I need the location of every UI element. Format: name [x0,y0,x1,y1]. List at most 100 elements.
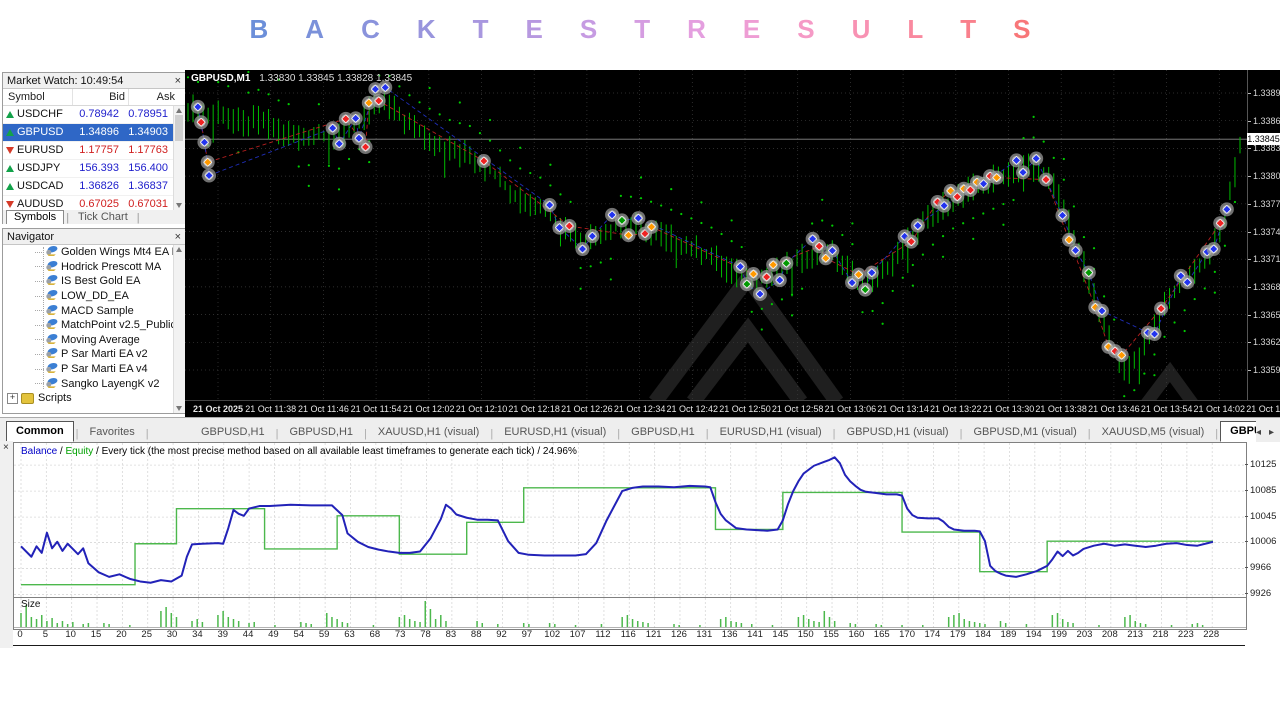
market-watch-tabs: Symbols|Tick Chart| [3,210,185,224]
navigator-item-scripts[interactable]: +Scripts [7,391,185,406]
chart-tab[interactable]: XAUUSD,M5 (visual) [1093,423,1214,442]
scroll-up-icon[interactable] [176,108,182,113]
market-watch-row[interactable]: USDJPY156.393156.400 [3,160,185,178]
size-bar [274,625,276,627]
axis-tick [1248,93,1251,94]
navigator-item[interactable]: Hodrick Prescott MA [3,260,185,275]
chart-tab[interactable]: GBPUSD,M1 (visual) [964,423,1085,442]
symbol-name: EURUSD [17,142,67,159]
size-bar [601,624,603,627]
title-letter: S [580,14,597,50]
size-bar [129,625,131,627]
tester-x-label: 25 [134,629,160,640]
size-bar [813,621,815,627]
tester-x-label: 179 [945,629,971,640]
tab-separator: | [617,428,620,442]
current-price-box: 1.33845 [1247,133,1280,145]
chart-tab[interactable]: EURUSD,H1 (visual) [711,423,831,442]
navigator-item[interactable]: P Sar Marti EA v2 [3,347,185,362]
close-icon[interactable]: × [175,232,181,242]
market-watch-row[interactable]: EURUSD1.177571.17763 [3,142,185,160]
market-watch-row[interactable]: AUDUSD0.670250.67031 [3,196,185,210]
title-letter: S [797,14,814,50]
tab-scroll-left-icon[interactable]: ◂ [1256,427,1261,438]
tab-favorites[interactable]: Favorites [81,423,144,442]
tester-x-label: 126 [666,629,692,640]
arrow-glyph [6,147,14,154]
title-letter: A [305,14,324,50]
size-bar [974,622,976,627]
chart-tab[interactable]: GBPUSD,H1 [192,423,274,442]
price-axis[interactable]: 1.338951.338651.338351.338051.337751.337… [1247,70,1280,400]
chart-tab[interactable]: GBPUSD,H1 (visual) [838,423,958,442]
expert-advisor-icon [45,304,58,318]
navigator-item[interactable]: MatchPoint v2.5_Public [3,318,185,333]
close-icon[interactable]: × [3,442,9,453]
size-bar [347,623,349,627]
navigator-item[interactable]: MACD Sample [3,303,185,318]
chart-tab[interactable]: EURUSD,H1 (visual) [495,423,615,442]
time-axis[interactable]: 21 Oct 202521 Oct 11:3821 Oct 11:4621 Oc… [185,400,1280,418]
size-bar [829,617,831,627]
size-bar [948,617,950,627]
navigator-item[interactable]: LOW_DD_EA [3,289,185,304]
tester-x-label: 145 [767,629,793,640]
symbol-name: USDCHF [17,106,67,123]
tester-x-label: 218 [1148,629,1174,640]
bottom-tab-strip: Common|Favorites| GBPUSD,H1|GBPUSD,H1|XA… [0,417,1280,442]
tester-x-label: 44 [235,629,261,640]
navigator-item-label: P Sar Marti EA v2 [61,348,148,360]
size-bar [36,619,38,627]
navigator-item[interactable]: Golden Wings Mt4 EA By [3,245,185,260]
navigator-item[interactable]: Sangko LayengK v2 [3,376,185,391]
scroll-up-icon[interactable] [176,247,182,252]
market-watch-row[interactable]: GBPUSD1.348961.34903 [3,124,185,142]
tab-scroll-right-icon[interactable]: ▸ [1269,427,1274,438]
navigator-item[interactable]: P Sar Marti EA v4 [3,362,185,377]
market-watch-scrollbar[interactable] [173,106,185,210]
tester-x-label: 165 [869,629,895,640]
tab-common[interactable]: Common [6,421,74,442]
tab-separator: | [1215,428,1218,442]
down-arrow-icon [3,196,17,210]
size-bar [772,625,774,627]
scroll-down-icon[interactable] [176,203,182,208]
market-watch-row[interactable]: USDCAD1.368261.36837 [3,178,185,196]
size-label: Size [21,599,40,610]
size-bar [818,622,820,627]
scroll-thumb[interactable] [175,115,183,141]
chart-tab[interactable]: GBPUSD,H1 [622,423,704,442]
navigator-item[interactable]: IS Best Gold EA [3,274,185,289]
size-bar [238,621,240,627]
size-chart[interactable] [13,597,1247,630]
close-icon[interactable]: × [175,76,181,86]
title-letter: B [250,14,269,50]
price-chart[interactable] [185,70,1247,400]
size-bar [554,624,556,627]
tester-x-label: 174 [919,629,945,640]
balance-chart[interactable] [13,442,1247,599]
chart-tab[interactable]: GBPUSD,H1 [280,423,362,442]
axis-tick [1248,259,1251,260]
expand-icon[interactable]: + [7,393,18,404]
navigator-item[interactable]: Moving Average [3,333,185,348]
navigator-scrollbar[interactable] [173,245,185,413]
navigator-tree: Golden Wings Mt4 EA ByHodrick Prescott M… [3,245,185,413]
down-arrow-icon [3,142,17,159]
tab-symbols[interactable]: Symbols [6,210,64,224]
chart-tab[interactable]: XAUUSD,H1 (visual) [369,423,488,442]
market-watch-row[interactable]: USDCHF0.789420.78951 [3,106,185,124]
tester-x-label: 160 [843,629,869,640]
size-bar [497,624,499,627]
size-bar [51,618,53,627]
axis-tick [1248,176,1251,177]
tester-x-label: 155 [818,629,844,640]
column-symbol[interactable]: Symbol [3,89,73,105]
column-bid[interactable]: Bid [73,89,129,105]
chart-tab[interactable]: GBPUSD,M1 (visual) [1220,421,1256,442]
size-bar [196,619,198,627]
size-bar [720,619,722,627]
size-bar [248,623,250,627]
tab-tick-chart[interactable]: Tick Chart [71,211,135,224]
column-ask[interactable]: Ask [129,89,178,105]
